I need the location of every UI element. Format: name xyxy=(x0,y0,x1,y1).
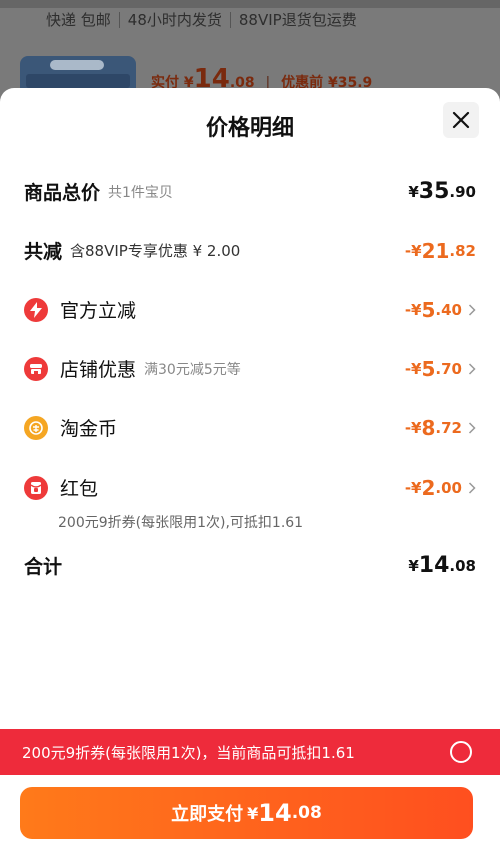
lightning-icon xyxy=(24,297,48,322)
shipping-item: 88VIP退货包运费 xyxy=(229,12,365,28)
pay-button-currency: ¥ xyxy=(247,803,259,823)
sum-amount: ¥14.08 xyxy=(408,553,476,578)
amount-int: 5 xyxy=(421,356,436,381)
amount-currency: -¥ xyxy=(404,241,422,260)
chevron-right-icon xyxy=(468,362,476,375)
coupon-select-bar[interactable]: 200元9折券(每张限用1次)，当前商品可抵扣1.61 xyxy=(0,729,500,775)
total-price-label: 商品总价 xyxy=(24,182,101,204)
row-taojin-coins[interactable]: 淘金币 -¥ 8.72 xyxy=(24,414,476,441)
amount-currency: -¥ xyxy=(404,478,422,497)
red-packet-icon xyxy=(24,475,48,500)
pay-button-int: 14 xyxy=(258,799,292,827)
amount-currency: -¥ xyxy=(404,300,422,319)
pay-button-label: 立即支付 xyxy=(171,804,244,825)
chevron-right-icon xyxy=(468,481,476,494)
thumbnail-badge xyxy=(50,60,104,70)
amount-dec: .72 xyxy=(435,418,462,437)
thumbnail-banner xyxy=(26,74,130,88)
store-discount-sub: 满30元减5元等 xyxy=(144,361,241,378)
reduction-label: 共减 xyxy=(24,241,63,263)
store-discount-label: 店铺优惠 xyxy=(60,359,137,381)
amount-dec: .00 xyxy=(435,478,462,497)
row-total-price: 商品总价 共1件宝贝 ¥35.90 xyxy=(24,178,476,205)
reduction-sub: 含88VIP专享优惠 ¥ 2.00 xyxy=(70,242,241,260)
amount-dec: .90 xyxy=(449,182,476,201)
background-header-strip xyxy=(0,0,500,8)
pay-now-button[interactable]: 立即支付 ¥14.08 xyxy=(20,787,473,839)
amount-currency: ¥ xyxy=(408,182,419,201)
price-detail-sheet: 价格明细 商品总价 共1件宝贝 ¥35.90 共减 含88VIP专享优惠 ¥ 2… xyxy=(0,88,500,846)
amount-int: 2 xyxy=(421,475,436,500)
amount-dec: .70 xyxy=(435,359,462,378)
amount-int: 35 xyxy=(418,179,450,204)
amount-int: 8 xyxy=(421,415,436,440)
taojin-coins-label: 淘金币 xyxy=(60,418,118,440)
amount-int: 5 xyxy=(421,297,436,322)
total-price-sub: 共1件宝贝 xyxy=(108,184,173,201)
official-discount-amount: -¥ 5.40 xyxy=(405,298,476,322)
row-official-discount[interactable]: 官方立减 -¥ 5.40 xyxy=(24,296,476,323)
red-packet-note: 200元9折券(每张限用1次),可抵扣1.61 xyxy=(58,515,304,531)
official-discount-label: 官方立减 xyxy=(60,300,137,322)
red-packet-amount: -¥ 2.00 xyxy=(405,476,476,500)
chevron-right-icon xyxy=(468,421,476,434)
reduction-amount: -¥ 21.82 xyxy=(405,239,476,263)
coin-icon xyxy=(24,415,48,440)
amount-currency: -¥ xyxy=(404,418,422,437)
amount-currency: -¥ xyxy=(404,359,422,378)
amount-int: 14 xyxy=(418,553,450,578)
store-discount-amount: -¥ 5.70 xyxy=(405,357,476,381)
sheet-title: 价格明细 xyxy=(205,116,294,141)
amount-currency: ¥ xyxy=(408,556,419,575)
close-icon xyxy=(452,111,470,129)
shipping-item: 快递 包邮 xyxy=(46,11,111,29)
coupon-radio[interactable] xyxy=(450,741,472,763)
amount-dec: .08 xyxy=(449,556,476,575)
coupon-bar-text: 200元9折券(每张限用1次)，当前商品可抵扣1.61 xyxy=(22,743,355,762)
row-store-discount[interactable]: 店铺优惠 满30元减5元等 -¥ 5.70 xyxy=(24,355,476,382)
row-total-reduction: 共减 含88VIP专享优惠 ¥ 2.00 -¥ 21.82 xyxy=(24,237,476,264)
total-price-amount: ¥35.90 xyxy=(408,179,476,204)
close-button[interactable] xyxy=(443,102,479,138)
background-page: 快递 包邮 48小时内发货 88VIP退货包运费 实付 ¥14.08 | 优惠前… xyxy=(0,0,500,100)
pay-button-dec: .08 xyxy=(291,803,322,823)
taojin-coins-amount: -¥ 8.72 xyxy=(405,416,476,440)
amount-dec: .82 xyxy=(449,241,476,260)
amount-int: 21 xyxy=(421,238,450,263)
chevron-right-icon xyxy=(468,303,476,316)
shipping-item: 48小时内发货 xyxy=(118,12,230,28)
row-sum: 合计 ¥14.08 xyxy=(24,552,476,579)
store-icon xyxy=(24,356,48,381)
sum-label: 合计 xyxy=(24,556,63,578)
amount-dec: .40 xyxy=(435,300,462,319)
shipping-info: 快递 包邮 48小时内发货 88VIP退货包运费 xyxy=(46,12,365,28)
row-red-packet[interactable]: 红包 -¥ 2.00 xyxy=(24,474,476,501)
red-packet-label: 红包 xyxy=(60,478,99,500)
